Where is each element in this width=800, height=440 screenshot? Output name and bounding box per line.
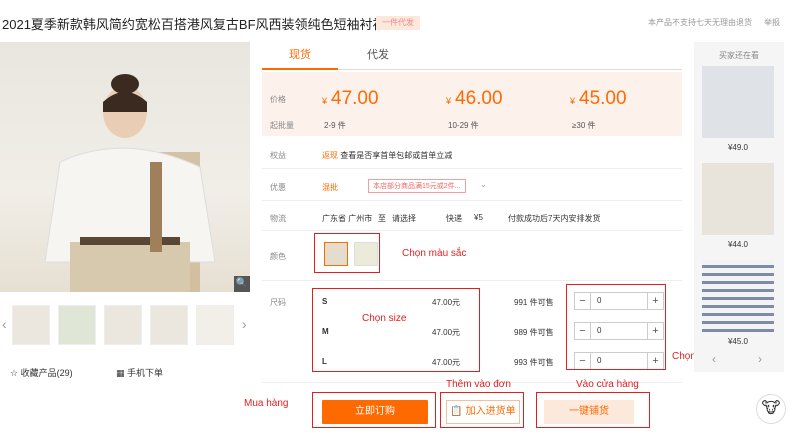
- recommend-price-3: ¥45.0: [727, 337, 749, 346]
- model-illustration: [44, 74, 216, 292]
- annotation-cart: Thêm vào đơn: [446, 379, 511, 390]
- cashback-badge: 返现: [322, 151, 338, 160]
- promo-label: 优惠: [270, 183, 286, 192]
- qty-highlight-box: [566, 284, 666, 370]
- promo-name: 混批: [322, 183, 338, 192]
- shop-highlight-box: [536, 392, 650, 428]
- recommend-prev-arrow[interactable]: ‹: [712, 352, 716, 366]
- size-l-stock: 993 件可售: [514, 358, 554, 367]
- ship-note: 付款成功后7天内安排发货: [508, 214, 601, 223]
- divider: [262, 230, 682, 231]
- mobile-order[interactable]: ▦ 手机下单: [116, 366, 163, 379]
- return-policy-notice: 本产品不支持七天无理由退货: [648, 18, 752, 27]
- star-icon: ☆: [10, 368, 21, 378]
- thumb-prev-arrow[interactable]: ‹: [2, 316, 7, 332]
- size-s-stock: 991 件可售: [514, 298, 554, 307]
- report-link[interactable]: 举报: [764, 17, 780, 28]
- annotation-color: Chọn màu sắc: [402, 248, 467, 259]
- price-tier-3: ¥45.00: [570, 88, 627, 109]
- recommend-image-1[interactable]: [702, 66, 774, 138]
- tab-spot[interactable]: 现货: [262, 42, 338, 70]
- main-product-image[interactable]: [0, 42, 250, 292]
- divider: [262, 280, 682, 281]
- tab-dropship[interactable]: 代发: [340, 42, 416, 70]
- divider: [262, 200, 682, 201]
- shipping-fee: ¥5: [474, 213, 483, 222]
- cart-highlight-box: [440, 392, 524, 428]
- thumb-next-arrow[interactable]: ›: [242, 316, 247, 332]
- annotation-shop: Vào cửa hàng: [576, 379, 639, 390]
- ship-from: 广东省 广州市: [322, 214, 373, 223]
- thumbnail-5[interactable]: [196, 305, 234, 345]
- promo-text[interactable]: 本店部分商品满15元或2件...: [368, 179, 466, 193]
- chevron-down-icon[interactable]: ⌄: [480, 180, 487, 189]
- logistics-label: 物流: [270, 214, 286, 223]
- thumbnail-1[interactable]: [12, 305, 50, 345]
- rights-label: 权益: [270, 151, 286, 160]
- size-highlight-box: [312, 288, 480, 372]
- recommend-title: 买家还在看: [719, 51, 759, 60]
- ship-to-label: 至: [378, 214, 386, 223]
- collect-label: 收藏产品(29): [20, 368, 73, 378]
- recommend-price-2: ¥44.0: [727, 240, 749, 249]
- moq-label: 起批量: [270, 121, 294, 130]
- divider: [262, 168, 682, 169]
- mobile-order-label: 手机下单: [127, 368, 164, 378]
- thumbnail-4[interactable]: [150, 305, 188, 345]
- recommend-price-1: ¥49.0: [727, 143, 749, 152]
- collect-product[interactable]: ☆ 收藏产品(29): [10, 366, 73, 379]
- rights-row[interactable]: 返现 查看是否享首单包邮或首单立减: [322, 150, 452, 161]
- rights-text: 查看是否享首单包邮或首单立减: [340, 151, 453, 160]
- thumbnail-2[interactable]: [58, 305, 96, 345]
- color-highlight-box: [314, 233, 380, 273]
- product-title: 2021夏季新款韩风简约宽松百搭港风复古BF风西装领纯色短袖衬衫女: [2, 17, 399, 32]
- recommend-image-2[interactable]: [702, 163, 774, 235]
- recommend-image-3[interactable]: [702, 260, 774, 332]
- buy-highlight-box: [312, 392, 436, 428]
- dropship-tag: 一件代发: [376, 16, 420, 30]
- size-label: 尺码: [270, 298, 286, 307]
- annotation-buy: Mua hàng: [244, 398, 289, 409]
- qr-icon: ▦: [116, 368, 128, 378]
- express-label: 快递: [446, 214, 462, 223]
- ship-to-select[interactable]: 请选择: [392, 213, 416, 224]
- recommend-next-arrow[interactable]: ›: [758, 352, 762, 366]
- price-label: 价格: [270, 95, 286, 104]
- size-m-stock: 989 件可售: [514, 328, 554, 337]
- color-label: 颜色: [270, 252, 286, 261]
- qty-tier-2: 10-29 件: [448, 121, 479, 130]
- zoom-icon[interactable]: 🔍: [234, 276, 250, 292]
- qty-tier-3: ≥30 件: [572, 121, 596, 130]
- price-tier-2: ¥46.00: [446, 88, 503, 109]
- qty-tier-1: 2-9 件: [324, 121, 346, 130]
- annotation-size: Chọn size: [362, 313, 407, 324]
- thumbnail-3[interactable]: [104, 305, 142, 345]
- price-tier-1: ¥47.00: [322, 88, 379, 109]
- cow-mascot-icon[interactable]: 🐮: [756, 394, 786, 424]
